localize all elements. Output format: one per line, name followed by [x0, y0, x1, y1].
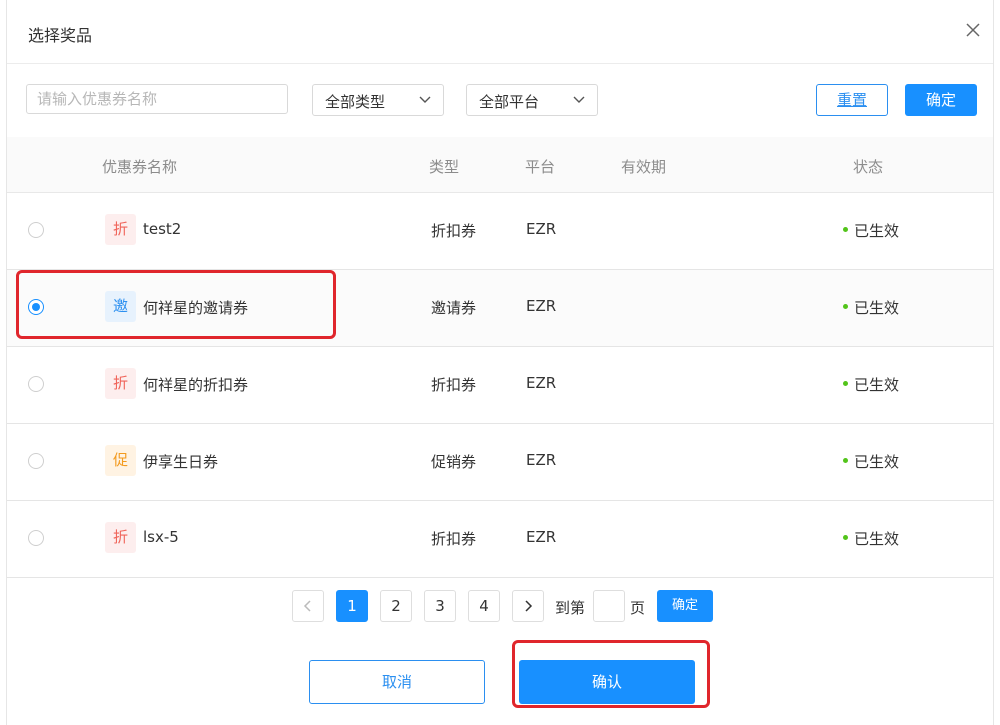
- coupon-type: 折扣券: [431, 222, 477, 240]
- status-dot: [843, 227, 848, 232]
- cancel-button[interactable]: 取消: [309, 660, 485, 704]
- coupon-name: test2: [143, 220, 182, 238]
- filter-confirm-button[interactable]: 确定: [905, 84, 977, 116]
- platform-select[interactable]: 全部平台: [466, 84, 598, 116]
- coupon-type-badge: 折: [105, 214, 136, 245]
- page-3-button[interactable]: 3: [424, 590, 456, 622]
- coupon-status: 已生效: [854, 376, 900, 394]
- table-row[interactable]: 邀 何祥星的邀请券 邀请券 EZR 已生效: [7, 270, 993, 347]
- coupon-type-badge: 促: [105, 445, 136, 476]
- goto-suffix: 页: [630, 599, 646, 617]
- page-2-button[interactable]: 2: [380, 590, 412, 622]
- dialog-header: 选择奖品: [7, 0, 993, 64]
- coupon-platform: EZR: [526, 220, 557, 238]
- table-row[interactable]: 折 何祥星的折扣券 折扣券 EZR 已生效: [7, 347, 993, 424]
- goto-confirm-button[interactable]: 确定: [657, 590, 713, 622]
- status-dot: [843, 381, 848, 386]
- table-row[interactable]: 折 lsx-5 折扣券 EZR 已生效: [7, 501, 993, 578]
- platform-select-value: 全部平台: [479, 93, 540, 111]
- coupon-type: 折扣券: [431, 376, 477, 394]
- pagination: 1 2 3 4 到第 页 确定: [7, 590, 993, 623]
- status-dot: [843, 304, 848, 309]
- page-1-button[interactable]: 1: [336, 590, 368, 622]
- header-name: 优惠券名称: [102, 158, 178, 176]
- filter-bar: 全部类型 全部平台 重置 确定: [7, 84, 993, 116]
- coupon-platform: EZR: [526, 297, 557, 315]
- prev-page-button[interactable]: [292, 590, 324, 622]
- select-prize-dialog: 选择奖品 全部类型 全部平台 重置 确定 优惠券名称 类型 平台 有效期 状态: [6, 0, 994, 725]
- goto-prefix: 到第: [555, 599, 586, 617]
- status-dot: [843, 458, 848, 463]
- coupon-status: 已生效: [854, 530, 900, 548]
- coupon-platform: EZR: [526, 451, 557, 469]
- coupon-platform: EZR: [526, 374, 557, 392]
- row-radio[interactable]: [28, 453, 44, 469]
- header-type: 类型: [429, 158, 460, 176]
- coupon-type-badge: 折: [105, 368, 136, 399]
- status-dot: [843, 535, 848, 540]
- coupon-type-badge: 邀: [105, 291, 136, 322]
- goto-page-input[interactable]: [593, 590, 625, 622]
- coupon-status: 已生效: [854, 453, 900, 471]
- page-4-button[interactable]: 4: [468, 590, 500, 622]
- confirm-button[interactable]: 确认: [519, 660, 695, 704]
- table-row[interactable]: 促 伊享生日券 促销券 EZR 已生效: [7, 424, 993, 501]
- coupon-status: 已生效: [854, 222, 900, 240]
- coupon-type: 促销券: [431, 453, 477, 471]
- header-status: 状态: [853, 158, 884, 176]
- reset-button[interactable]: 重置: [816, 84, 888, 116]
- close-icon[interactable]: [965, 22, 981, 38]
- chevron-down-icon: [419, 96, 431, 103]
- type-select[interactable]: 全部类型: [312, 84, 444, 116]
- coupon-platform: EZR: [526, 528, 557, 546]
- coupon-type: 折扣券: [431, 530, 477, 548]
- coupon-type: 邀请券: [431, 299, 477, 317]
- coupon-name: 伊享生日券: [143, 453, 219, 471]
- type-select-value: 全部类型: [325, 93, 386, 111]
- coupon-name: 何祥星的折扣券: [143, 376, 249, 394]
- coupon-status: 已生效: [854, 299, 900, 317]
- coupon-type-badge: 折: [105, 522, 136, 553]
- coupon-search-input[interactable]: [26, 84, 288, 114]
- chevron-right-icon: [525, 600, 533, 612]
- header-platform: 平台: [525, 158, 556, 176]
- chevron-down-icon: [573, 96, 585, 103]
- row-radio[interactable]: [28, 299, 44, 315]
- row-radio[interactable]: [28, 376, 44, 392]
- table-row[interactable]: 折 test2 折扣券 EZR 已生效: [7, 193, 993, 270]
- coupon-name: 何祥星的邀请券: [143, 299, 249, 317]
- next-page-button[interactable]: [512, 590, 544, 622]
- row-radio[interactable]: [28, 222, 44, 238]
- row-radio[interactable]: [28, 530, 44, 546]
- chevron-left-icon: [303, 600, 311, 612]
- table-header: 优惠券名称 类型 平台 有效期 状态: [7, 137, 993, 193]
- coupon-name: lsx-5: [143, 528, 179, 546]
- dialog-title: 选择奖品: [28, 26, 93, 45]
- header-validity: 有效期: [621, 158, 667, 176]
